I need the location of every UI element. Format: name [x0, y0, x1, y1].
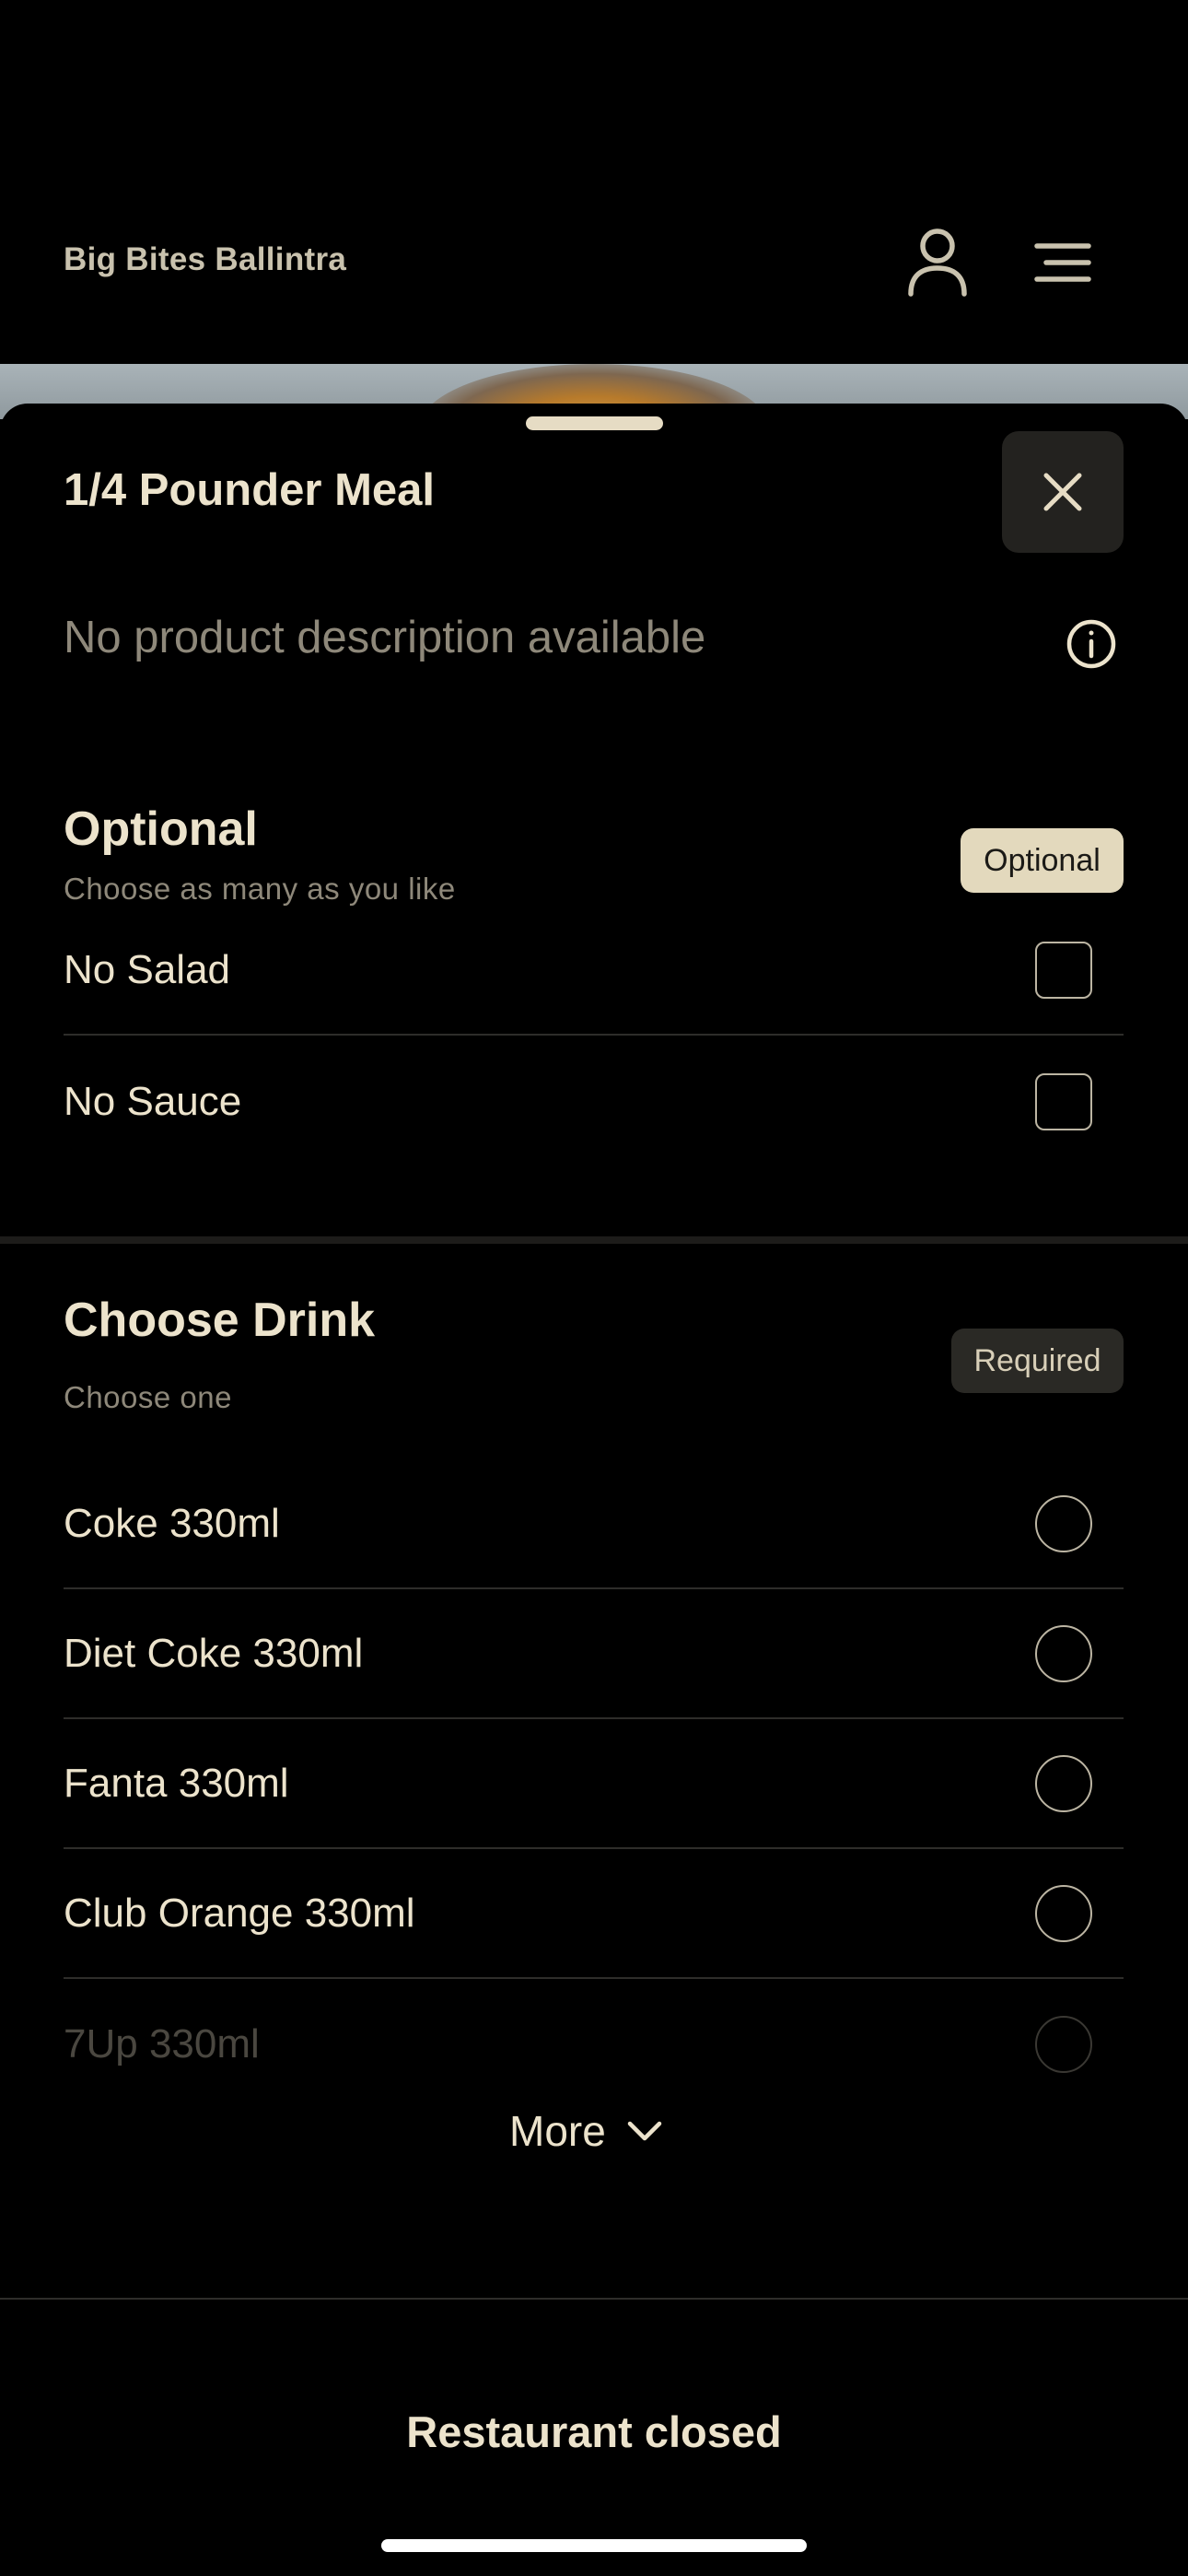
- radio-button[interactable]: [1035, 2015, 1092, 2073]
- restaurant-name: Big Bites Ballintra: [64, 241, 347, 277]
- option-label: No Sauce: [64, 1078, 242, 1124]
- drink-label: Diet Coke 330ml: [64, 1630, 364, 1676]
- section-divider: [0, 1236, 1188, 1244]
- radio-button[interactable]: [1035, 1884, 1092, 1942]
- more-label: More: [509, 2107, 606, 2155]
- drink-label: Coke 330ml: [64, 1500, 280, 1546]
- close-button[interactable]: [1002, 431, 1124, 553]
- sheet-grabber[interactable]: [526, 416, 663, 430]
- footer-bar: Restaurant closed: [0, 2298, 1188, 2576]
- drink-row-diet-coke[interactable]: Diet Coke 330ml: [64, 1589, 1124, 1719]
- drink-row-club-orange[interactable]: Club Orange 330ml: [64, 1849, 1124, 1979]
- top-bar: Big Bites Ballintra: [0, 0, 1188, 364]
- optional-section-title: Optional: [64, 802, 258, 856]
- drink-row-coke[interactable]: Coke 330ml: [64, 1459, 1124, 1589]
- drink-row-7up[interactable]: 7Up 330ml: [64, 1979, 1124, 2109]
- chevron-down-icon: [627, 2121, 662, 2141]
- page: Big Bites Ballintra 1/4 Pounder Meal No …: [0, 0, 1188, 2576]
- home-indicator: [381, 2539, 807, 2552]
- option-row-no-salad[interactable]: No Salad: [64, 906, 1124, 1036]
- radio-button[interactable]: [1035, 1754, 1092, 1812]
- checkbox[interactable]: [1035, 941, 1092, 999]
- checkbox[interactable]: [1035, 1072, 1092, 1130]
- info-icon[interactable]: [1066, 618, 1117, 670]
- close-icon: [1043, 473, 1082, 511]
- drink-label: 7Up 330ml: [64, 2020, 260, 2067]
- drink-row-fanta[interactable]: Fanta 330ml: [64, 1719, 1124, 1849]
- option-label: No Salad: [64, 946, 231, 992]
- restaurant-closed-status: Restaurant closed: [406, 2407, 782, 2456]
- user-icon[interactable]: [901, 226, 974, 299]
- more-button[interactable]: More: [509, 2106, 663, 2156]
- drink-label: Fanta 330ml: [64, 1760, 289, 1806]
- radio-button[interactable]: [1035, 1494, 1092, 1552]
- drink-section-subtitle: Choose one: [64, 1380, 232, 1414]
- product-title: 1/4 Pounder Meal: [64, 465, 436, 515]
- required-badge: Required: [951, 1329, 1124, 1393]
- optional-section-subtitle: Choose as many as you like: [64, 872, 456, 906]
- radio-button[interactable]: [1035, 1624, 1092, 1682]
- drink-section-title: Choose Drink: [64, 1294, 376, 1347]
- menu-icon[interactable]: [1026, 226, 1100, 299]
- drink-label: Club Orange 330ml: [64, 1890, 415, 1936]
- product-description: No product description available: [64, 613, 706, 662]
- optional-badge: Optional: [961, 828, 1124, 893]
- option-row-no-sauce[interactable]: No Sauce: [64, 1036, 1124, 1166]
